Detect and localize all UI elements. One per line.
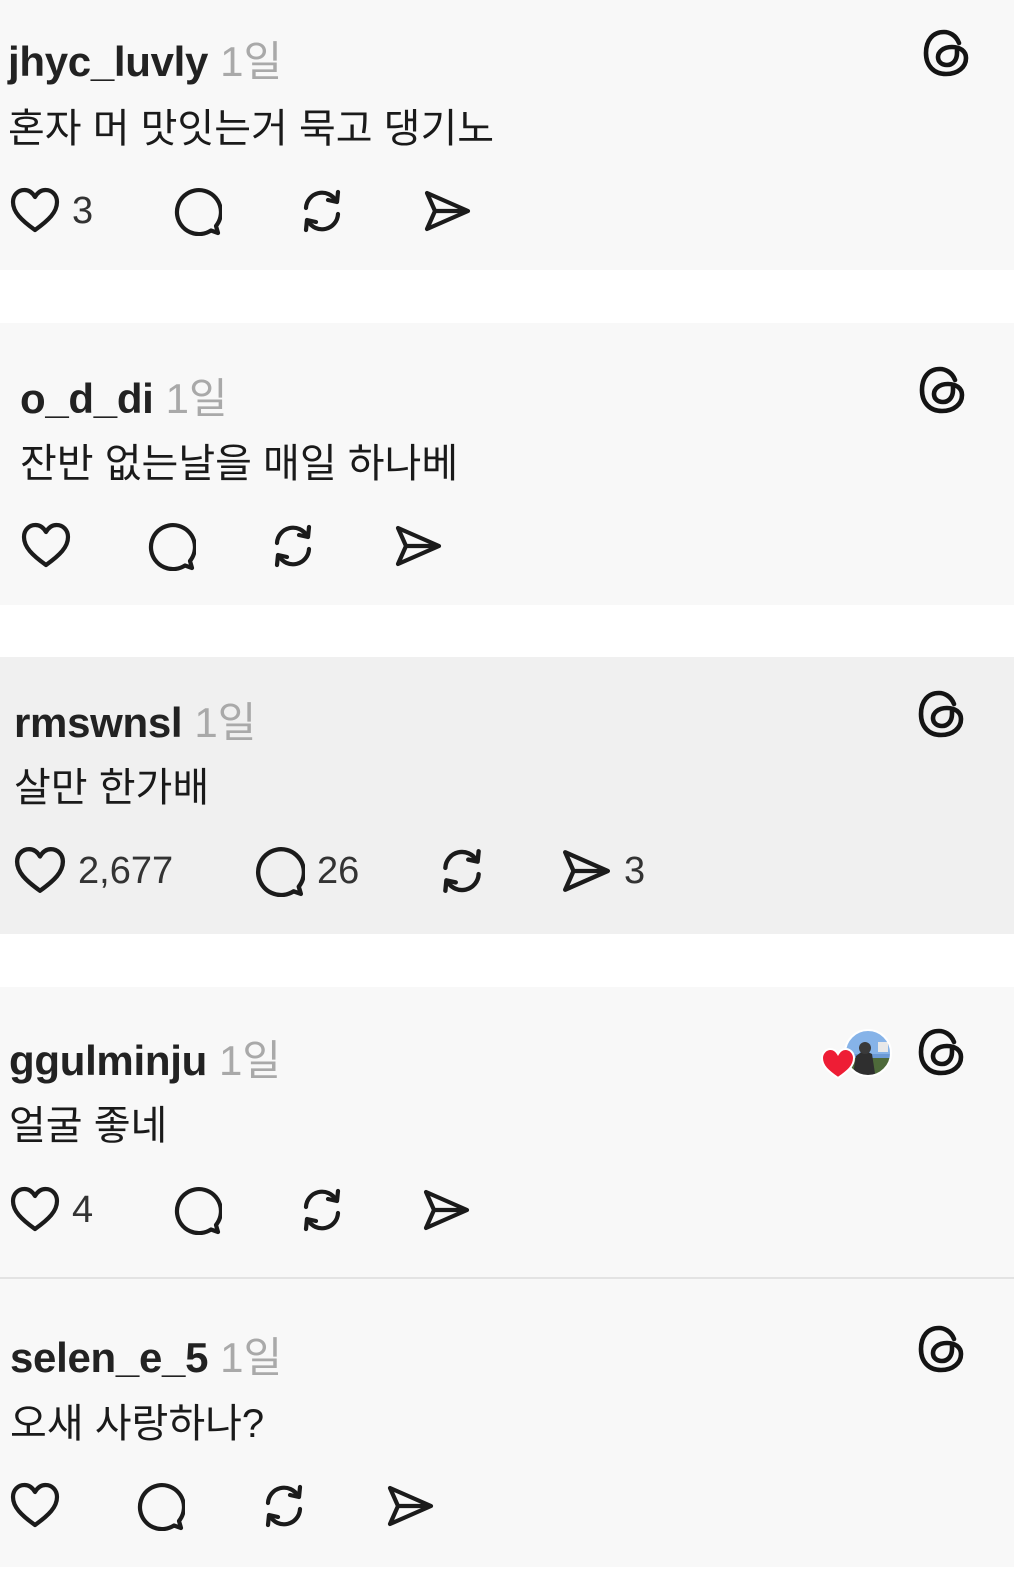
reply-button[interactable]: [135, 1481, 185, 1531]
comment-header: jhyc_luvly 1일: [8, 28, 282, 89]
repost-button[interactable]: [259, 1481, 309, 1531]
share-button[interactable]: 3: [560, 845, 645, 897]
reply-button[interactable]: [172, 1185, 222, 1235]
threads-logo-icon[interactable]: [917, 689, 967, 739]
comment-header: o_d_di 1일: [20, 365, 228, 426]
repost-button[interactable]: [436, 845, 488, 897]
threads-logo-icon[interactable]: [917, 1027, 967, 1077]
send-icon: [422, 186, 472, 236]
heart-icon: [10, 186, 60, 236]
comment-bubble-icon: [172, 1185, 222, 1235]
repost-icon: [268, 521, 318, 571]
threads-logo-icon[interactable]: [922, 28, 972, 78]
repost-icon: [436, 845, 488, 897]
comment-text: 얼굴 좋네: [9, 1104, 168, 1148]
comment-card: o_d_di 1일 잔반 없는날을 매일 하나베: [0, 323, 1014, 605]
timestamp: 1일: [220, 38, 283, 85]
share-button[interactable]: [393, 521, 443, 571]
username[interactable]: jhyc_luvly: [8, 38, 208, 85]
like-button[interactable]: 2,677: [14, 845, 173, 897]
comment-bubble-icon: [146, 521, 196, 571]
comment-text: 살만 한가배: [14, 766, 210, 810]
repost-icon: [259, 1481, 309, 1531]
heart-icon: [10, 1185, 60, 1235]
username[interactable]: rmswnsl: [14, 699, 183, 746]
timestamp: 1일: [194, 699, 257, 746]
like-button[interactable]: [21, 521, 71, 571]
send-icon: [560, 845, 612, 897]
heart-icon: [14, 845, 66, 897]
repost-button[interactable]: [297, 186, 347, 236]
like-button[interactable]: 4: [10, 1185, 93, 1235]
reply-button[interactable]: 26: [253, 845, 359, 897]
comment-text: 혼자 머 맛잇는거 묵고 댕기노: [8, 107, 495, 151]
repost-icon: [297, 1185, 347, 1235]
comment-text: 오새 사랑하나?: [10, 1402, 265, 1446]
username[interactable]: selen_e_5: [10, 1334, 208, 1381]
like-button[interactable]: [10, 1481, 60, 1531]
comment-text: 잔반 없는날을 매일 하나베: [20, 442, 459, 486]
repost-button[interactable]: [268, 521, 318, 571]
share-button[interactable]: [422, 186, 472, 236]
send-icon: [393, 521, 443, 571]
comment-header: ggulminju 1일: [9, 1027, 281, 1088]
comment-bubble-icon: [172, 186, 222, 236]
comment-bubble-icon: [253, 845, 305, 897]
like-count: 2,677: [78, 849, 174, 892]
like-count: 4: [72, 1188, 94, 1231]
username[interactable]: o_d_di: [20, 375, 154, 422]
reply-button[interactable]: [146, 521, 196, 571]
timestamp: 1일: [218, 1037, 281, 1084]
send-icon: [385, 1481, 435, 1531]
reply-count: 26: [317, 849, 360, 892]
like-button[interactable]: 3: [10, 186, 93, 236]
repost-button[interactable]: [297, 1185, 347, 1235]
repost-icon: [297, 186, 347, 236]
heart-icon: [10, 1481, 60, 1531]
liked-by-author-badge: [820, 1029, 892, 1080]
threads-logo-icon[interactable]: [917, 1324, 967, 1374]
timestamp: 1일: [165, 375, 228, 422]
share-button[interactable]: [385, 1481, 435, 1531]
threads-logo-icon[interactable]: [918, 365, 968, 415]
share-count: 3: [624, 849, 646, 892]
comment-header: rmswnsl 1일: [14, 689, 256, 750]
send-icon: [421, 1185, 471, 1235]
comment-card: selen_e_5 1일 오새 사랑하나?: [0, 1277, 1014, 1567]
share-button[interactable]: [421, 1185, 471, 1235]
heart-icon: [21, 521, 71, 571]
reply-button[interactable]: [172, 186, 222, 236]
username[interactable]: ggulminju: [9, 1037, 207, 1084]
comment-card: jhyc_luvly 1일 혼자 머 맛잇는거 묵고 댕기노 3: [0, 0, 1014, 270]
red-heart-icon: [820, 1047, 856, 1080]
comment-card: rmswnsl 1일 살만 한가배 2,677 26 3: [0, 657, 1014, 934]
comment-header: selen_e_5 1일: [10, 1324, 282, 1385]
divider: [0, 1277, 1014, 1279]
timestamp: 1일: [220, 1334, 283, 1381]
like-count: 3: [72, 189, 94, 232]
comment-bubble-icon: [135, 1481, 185, 1531]
